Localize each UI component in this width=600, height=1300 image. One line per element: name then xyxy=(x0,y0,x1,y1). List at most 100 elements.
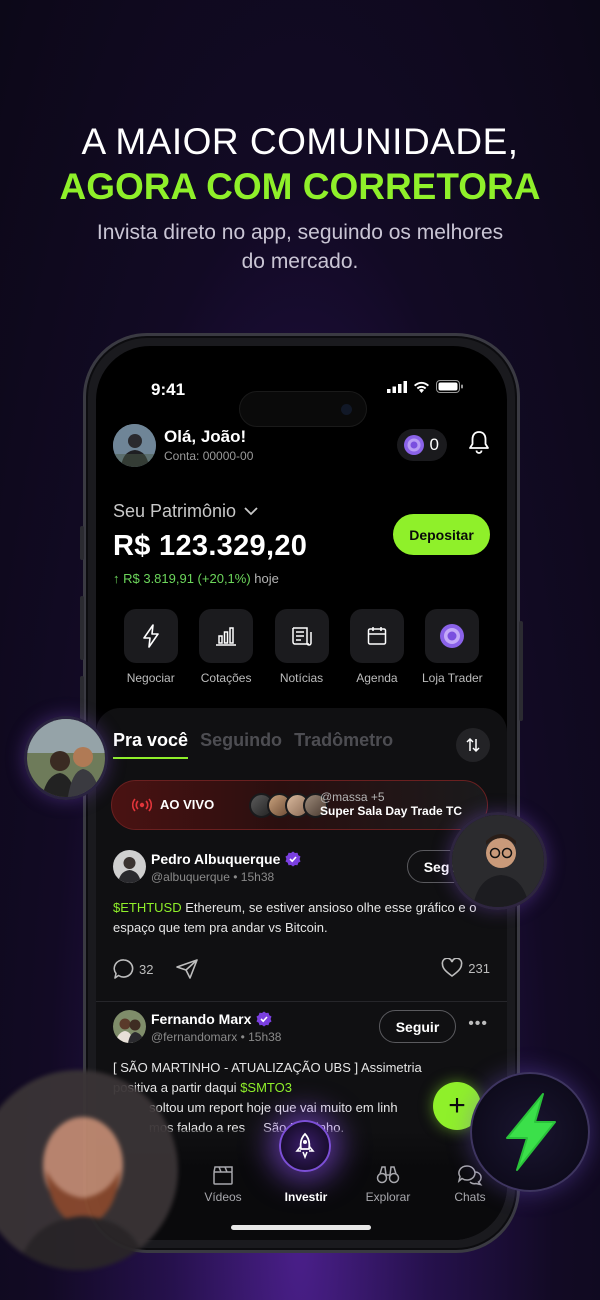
tab-pra-voce[interactable]: Pra você xyxy=(113,730,189,759)
post-divider xyxy=(96,1001,507,1002)
nav-investir[interactable]: Investir xyxy=(271,1164,341,1204)
post-handle: @fernandomarx • 15h38 xyxy=(151,1030,282,1044)
post-author[interactable]: Fernando Marx xyxy=(151,1011,272,1027)
wifi-icon xyxy=(414,381,429,393)
home-indicator xyxy=(231,1225,371,1230)
live-participants xyxy=(249,793,328,818)
gain-value: ↑ R$ 3.819,91 (+20,1%) xyxy=(113,571,251,586)
chevron-down-icon xyxy=(244,507,258,516)
quick-action-agenda[interactable]: Agenda xyxy=(339,609,414,685)
floating-avatar-man xyxy=(449,812,547,910)
comment-count: 32 xyxy=(139,961,154,977)
send-icon xyxy=(176,959,198,979)
post-time: 15h38 xyxy=(240,870,275,884)
deposit-button[interactable]: Depositar xyxy=(393,514,490,555)
more-options-icon[interactable]: ••• xyxy=(468,1015,488,1033)
ticker-link[interactable]: $ETHTUSD xyxy=(113,900,182,915)
post-author[interactable]: Pedro Albuquerque xyxy=(151,851,301,867)
live-label: AO VIVO xyxy=(160,797,215,812)
greeting-title: Olá, João! xyxy=(164,427,247,446)
comment-button[interactable]: 32 xyxy=(113,958,153,980)
ticker-link[interactable]: $SMTO3 xyxy=(240,1080,292,1095)
dynamic-island xyxy=(239,391,367,427)
post-handle: @albuquerque • 15h38 xyxy=(151,870,275,884)
status-icons xyxy=(387,380,463,393)
headline-subtitle: Invista direto no app, seguindo os melho… xyxy=(0,218,600,276)
author-name: Fernando Marx xyxy=(151,1011,252,1027)
action-button xyxy=(80,526,84,560)
author-name: Pedro Albuquerque xyxy=(151,851,281,867)
nav-label: Investir xyxy=(284,1190,328,1204)
portfolio-gain: ↑ R$ 3.819,91 (+20,1%) hoje xyxy=(113,571,279,586)
coin-balance[interactable]: 0 xyxy=(396,429,447,461)
comment-icon xyxy=(113,959,134,979)
headline-line-1: A MAIOR COMUNIDADE, xyxy=(81,121,519,162)
nav-explorar[interactable]: Explorar xyxy=(353,1164,423,1204)
quick-action-cotacoes[interactable]: Cotações xyxy=(188,609,263,685)
live-meta: @massa +5 Super Sala Day Trade TC xyxy=(320,790,462,818)
handle: @albuquerque xyxy=(151,870,230,884)
headline-line-2: AGORA COM CORRETORA xyxy=(59,166,541,207)
camera-icon xyxy=(341,404,352,415)
live-users: @massa +5 xyxy=(320,790,385,804)
gain-period: hoje xyxy=(254,571,279,586)
like-count: 231 xyxy=(468,960,490,976)
avatar[interactable] xyxy=(113,850,146,883)
feed-post: Pedro Albuquerque @albuquerque • 15h38 S… xyxy=(113,850,490,990)
clapperboard-icon xyxy=(188,1164,258,1186)
coin-count: 0 xyxy=(429,435,439,454)
tab-tradometro[interactable]: Tradômetro xyxy=(294,730,393,759)
calendar-icon xyxy=(349,609,404,663)
lightning-icon xyxy=(123,609,178,663)
post-line: positiva a partir daqui $SMTO3 xyxy=(113,1078,484,1098)
subtitle-line-2: do mercado. xyxy=(241,250,359,273)
status-time: 9:41 xyxy=(151,380,186,399)
nav-label: Chats xyxy=(454,1190,486,1204)
post-line: [ SÃO MARTINHO - ATUALIZAÇÃO UBS ] Assim… xyxy=(113,1060,422,1075)
quick-action-noticias[interactable]: Notícias xyxy=(264,609,339,685)
follow-button[interactable]: Seguir xyxy=(379,1010,456,1043)
handle: @fernandomarx xyxy=(151,1030,238,1044)
post-line: soltou um report hoje que vai muito em l… xyxy=(149,1100,398,1115)
lightning-badge xyxy=(470,1072,590,1192)
quick-action-label: Cotações xyxy=(200,671,252,685)
tab-seguindo[interactable]: Seguindo xyxy=(200,730,282,759)
marketing-headline: A MAIOR COMUNIDADE, AGORA COM CORRETORA … xyxy=(0,118,600,276)
nav-label: Explorar xyxy=(365,1190,411,1204)
plus-icon: + xyxy=(448,1089,466,1122)
quick-action-label: Loja Trader xyxy=(421,671,483,685)
portfolio-value: R$ 123.329,20 xyxy=(113,530,308,562)
volume-up-button xyxy=(80,596,84,660)
floating-avatar-couple xyxy=(24,716,108,800)
user-header: Olá, João! Conta: 00000-00 0 xyxy=(113,424,490,470)
battery-icon xyxy=(436,380,463,393)
like-button[interactable]: 231 xyxy=(441,958,490,978)
bell-icon[interactable] xyxy=(468,430,490,459)
verified-badge-icon xyxy=(285,851,301,867)
quick-action-label: Agenda xyxy=(356,671,398,685)
live-room-banner[interactable]: AO VIVO @massa +5 Super Sala Day Trade T… xyxy=(111,780,488,830)
power-button xyxy=(519,621,523,721)
heart-icon xyxy=(441,958,463,977)
quick-action-negociar[interactable]: Negociar xyxy=(113,609,188,685)
portfolio-dropdown[interactable]: Seu Patrimônio xyxy=(113,501,258,522)
post-time: 15h38 xyxy=(248,1030,282,1044)
sort-button[interactable] xyxy=(456,728,490,762)
sort-arrows-icon xyxy=(466,737,480,753)
feed-tabs: Pra você Seguindo Tradômetro xyxy=(113,730,393,759)
avatar[interactable] xyxy=(113,424,156,467)
nav-videos[interactable]: Vídeos xyxy=(188,1164,258,1204)
avatar[interactable] xyxy=(113,1010,146,1043)
live-title: Super Sala Day Trade TC xyxy=(320,804,463,818)
nav-label: Vídeos xyxy=(204,1190,242,1204)
news-icon xyxy=(274,609,329,663)
status-bar: 9:41 xyxy=(96,374,507,427)
binoculars-icon xyxy=(353,1164,423,1186)
broadcast-icon xyxy=(132,797,152,812)
portfolio-label: Seu Patrimônio xyxy=(113,501,237,521)
live-tag: AO VIVO xyxy=(132,797,214,812)
post-actions: 32 231 xyxy=(113,958,490,982)
quick-action-loja-trader[interactable]: Loja Trader xyxy=(415,609,490,685)
share-button[interactable] xyxy=(175,958,199,983)
